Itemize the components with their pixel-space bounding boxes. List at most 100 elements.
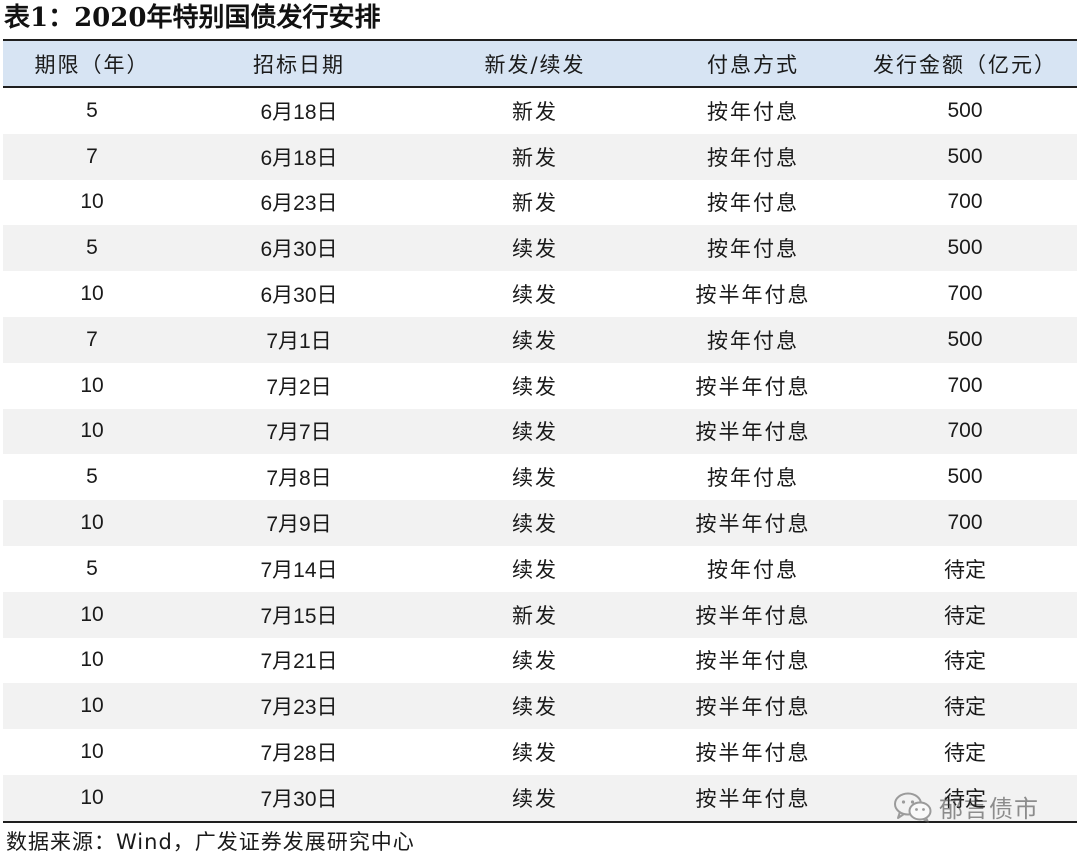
header-interest-method: 付息方式 xyxy=(707,52,799,77)
cell-interest-method: 按半年付息 xyxy=(695,695,811,720)
cell-interest-method: 按年付息 xyxy=(707,237,799,262)
cell-issue-amount: 500 xyxy=(947,465,983,489)
cell-issue-amount: 500 xyxy=(947,144,983,168)
cell-auction-date: 7月14日 xyxy=(260,558,338,582)
cell-interest-method: 按半年付息 xyxy=(695,512,811,537)
source-note: 数据来源：Wind，广发证券发展研究中心 xyxy=(6,830,415,854)
cell-issue-type: 续发 xyxy=(512,283,558,308)
cell-interest-method: 按年付息 xyxy=(707,466,799,491)
cell-auction-date: 7月9日 xyxy=(266,513,332,537)
cell-term: 5 xyxy=(86,236,98,260)
cell-term: 5 xyxy=(86,98,98,122)
table-row: 5 7月14日 续发 按年付息 待定 xyxy=(3,546,1077,592)
cell-issue-amount: 700 xyxy=(947,419,983,443)
cell-issue-amount: 700 xyxy=(947,282,983,306)
cell-issue-type: 续发 xyxy=(512,328,558,353)
cell-issue-type: 续发 xyxy=(512,695,558,720)
cell-auction-date: 7月23日 xyxy=(260,696,338,720)
cell-interest-method: 按半年付息 xyxy=(695,374,811,399)
cell-interest-method: 按半年付息 xyxy=(695,603,811,628)
header-auction-date: 招标日期 xyxy=(253,52,345,77)
table-row: 5 7月8日 续发 按年付息 500 xyxy=(3,454,1077,500)
cell-auction-date: 7月15日 xyxy=(260,604,338,628)
cell-interest-method: 按半年付息 xyxy=(695,786,811,811)
cell-issue-amount: 700 xyxy=(947,373,983,397)
table-row: 7 6月18日 新发 按年付息 500 xyxy=(3,133,1077,180)
cell-issue-type: 新发 xyxy=(512,99,558,124)
cell-issue-type: 续发 xyxy=(512,741,558,766)
bond-issuance-table: 期限（年） 招标日期 新发/续发 付息方式 发行金额（亿元） 5 6月18日 新发按… xyxy=(3,39,1077,823)
cell-issue-type: 新发 xyxy=(512,191,558,216)
table-body: 5 6月18日 新发 按年付息 500 7 6月18日 新发 按年付息 500 10 6月23日 新发按… xyxy=(3,88,1077,821)
cell-auction-date: 6月23日 xyxy=(260,192,338,216)
cell-term: 10 xyxy=(80,282,104,306)
cell-auction-date: 6月30日 xyxy=(260,238,338,262)
cell-issue-amount: 待定 xyxy=(944,604,986,628)
watermark-text: 郁言债市 xyxy=(939,795,1039,823)
cell-auction-date: 7月7日 xyxy=(266,421,332,445)
cell-interest-method: 按年付息 xyxy=(707,99,799,124)
header-issue-amount: 发行金额（亿元） xyxy=(873,52,1057,77)
cell-interest-method: 按年付息 xyxy=(707,191,799,216)
cell-term: 10 xyxy=(80,419,104,443)
header-issue-type: 新发/续发 xyxy=(484,52,586,77)
table-row: 10 7月21日 续发 按半年付息 待定 xyxy=(3,638,1077,684)
wechat-icon xyxy=(894,792,932,823)
cell-issue-type: 续发 xyxy=(512,557,558,582)
table-row: 10 7月15日 新发 按半年付息 待定 xyxy=(3,591,1077,638)
table-header-row: 期限（年） 招标日期 新发/续发 付息方式 发行金额（亿元） xyxy=(3,41,1077,86)
cell-issue-type: 续发 xyxy=(512,374,558,399)
cell-auction-date: 7月21日 xyxy=(260,650,338,674)
cell-term: 10 xyxy=(80,602,104,626)
table-row: 10 6月30日 续发 按半年付息 700 xyxy=(3,271,1077,317)
table-row: 7 7月1日 续发 按年付息 500 xyxy=(3,316,1077,363)
cell-issue-amount: 待定 xyxy=(944,742,986,766)
cell-auction-date: 7月2日 xyxy=(266,375,332,399)
table-row: 10 7月7日 续发 按半年付息 700 xyxy=(3,408,1077,455)
header-term: 期限（年） xyxy=(34,52,150,77)
cell-auction-date: 7月30日 xyxy=(260,787,338,811)
table-row: 10 7月9日 续发 按半年付息 700 xyxy=(3,500,1077,546)
cell-term: 10 xyxy=(80,190,104,214)
table-row: 10 7月2日 续发 按半年付息 700 xyxy=(3,363,1077,409)
cell-term: 7 xyxy=(86,327,98,351)
table-row: 10 7月23日 续发 按半年付息 待定 xyxy=(3,683,1077,730)
cell-term: 10 xyxy=(80,740,104,764)
cell-issue-amount: 待定 xyxy=(944,696,986,720)
cell-issue-type: 新发 xyxy=(512,145,558,170)
cell-interest-method: 按半年付息 xyxy=(695,420,811,445)
cell-issue-type: 续发 xyxy=(512,466,558,491)
table-row: 10 7月28日 续发 按半年付息 待定 xyxy=(3,729,1077,775)
cell-issue-type: 续发 xyxy=(512,420,558,445)
cell-issue-amount: 700 xyxy=(947,511,983,535)
cell-interest-method: 按半年付息 xyxy=(695,649,811,674)
cell-term: 10 xyxy=(80,694,104,718)
cell-issue-amount: 待定 xyxy=(944,558,986,582)
cell-interest-method: 按年付息 xyxy=(707,145,799,170)
cell-interest-method: 按半年付息 xyxy=(695,741,811,766)
cell-issue-type: 续发 xyxy=(512,649,558,674)
cell-auction-date: 7月28日 xyxy=(260,742,338,766)
cell-interest-method: 按年付息 xyxy=(707,557,799,582)
cell-term: 10 xyxy=(80,373,104,397)
cell-issue-type: 续发 xyxy=(512,786,558,811)
table-row: 10 6月23日 新发 按年付息 700 xyxy=(3,180,1077,226)
table-row: 5 6月30日 续发 按年付息 500 xyxy=(3,225,1077,272)
cell-interest-method: 按年付息 xyxy=(707,328,799,353)
cell-auction-date: 6月18日 xyxy=(260,146,338,170)
cell-term: 5 xyxy=(86,556,98,580)
cell-issue-amount: 待定 xyxy=(944,650,986,674)
cell-term: 10 xyxy=(80,785,104,809)
cell-issue-amount: 500 xyxy=(947,98,983,122)
cell-issue-amount: 700 xyxy=(947,190,983,214)
cell-auction-date: 6月30日 xyxy=(260,284,338,308)
cell-auction-date: 7月8日 xyxy=(266,467,332,491)
cell-auction-date: 6月18日 xyxy=(260,100,338,124)
watermark: 郁言债市 xyxy=(893,789,1039,824)
cell-issue-type: 续发 xyxy=(512,512,558,537)
cell-term: 5 xyxy=(86,465,98,489)
cell-term: 10 xyxy=(80,648,104,672)
cell-issue-amount: 500 xyxy=(947,236,983,260)
cell-issue-type: 新发 xyxy=(512,603,558,628)
table-row: 5 6月18日 新发 按年付息 500 xyxy=(3,88,1077,134)
